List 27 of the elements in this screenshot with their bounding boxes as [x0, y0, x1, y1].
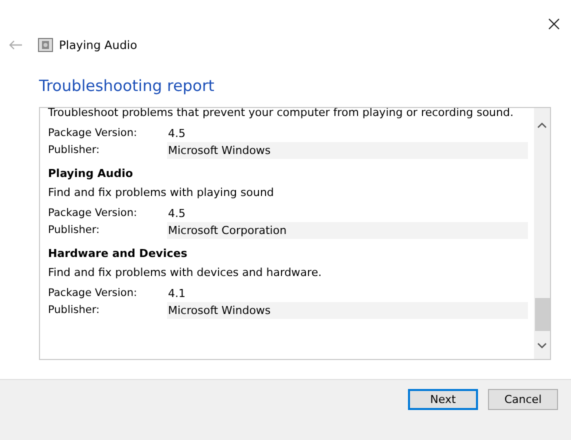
field-label: Package Version: [48, 126, 138, 141]
section-description: Find and fix problems with playing sound [48, 186, 275, 199]
speaker-icon [38, 38, 53, 52]
field-value: Microsoft Corporation [167, 222, 528, 239]
field-value: Microsoft Windows [167, 142, 528, 159]
section-description: Find and fix problems with devices and hardware. [48, 266, 323, 279]
report-heading: Troubleshooting report [39, 77, 216, 97]
section-title: Playing Audio [48, 167, 134, 180]
field-label: Package Version: [48, 286, 138, 301]
window-title: Playing Audio [59, 38, 138, 52]
close-icon[interactable] [548, 18, 560, 30]
field-value: 4.5 [167, 206, 186, 222]
scroll-down-icon[interactable] [537, 343, 547, 349]
scroll-thumb[interactable] [534, 298, 550, 331]
cancel-button[interactable]: Cancel [488, 389, 558, 410]
scroll-up-icon[interactable] [537, 122, 547, 128]
section-description: Troubleshoot problems that prevent your computer from playing or recording sound. [48, 108, 514, 119]
section-title: Hardware and Devices [48, 247, 188, 260]
field-value: 4.1 [167, 286, 186, 302]
scrollbar[interactable] [534, 108, 550, 359]
field-label: Publisher: [48, 223, 101, 238]
next-button[interactable]: Next [408, 389, 478, 410]
field-label: Publisher: [48, 143, 101, 158]
field-value: Microsoft Windows [167, 302, 528, 319]
field-value: 4.5 [167, 126, 186, 142]
field-label: Publisher: [48, 303, 101, 318]
field-label: Package Version: [48, 206, 138, 221]
